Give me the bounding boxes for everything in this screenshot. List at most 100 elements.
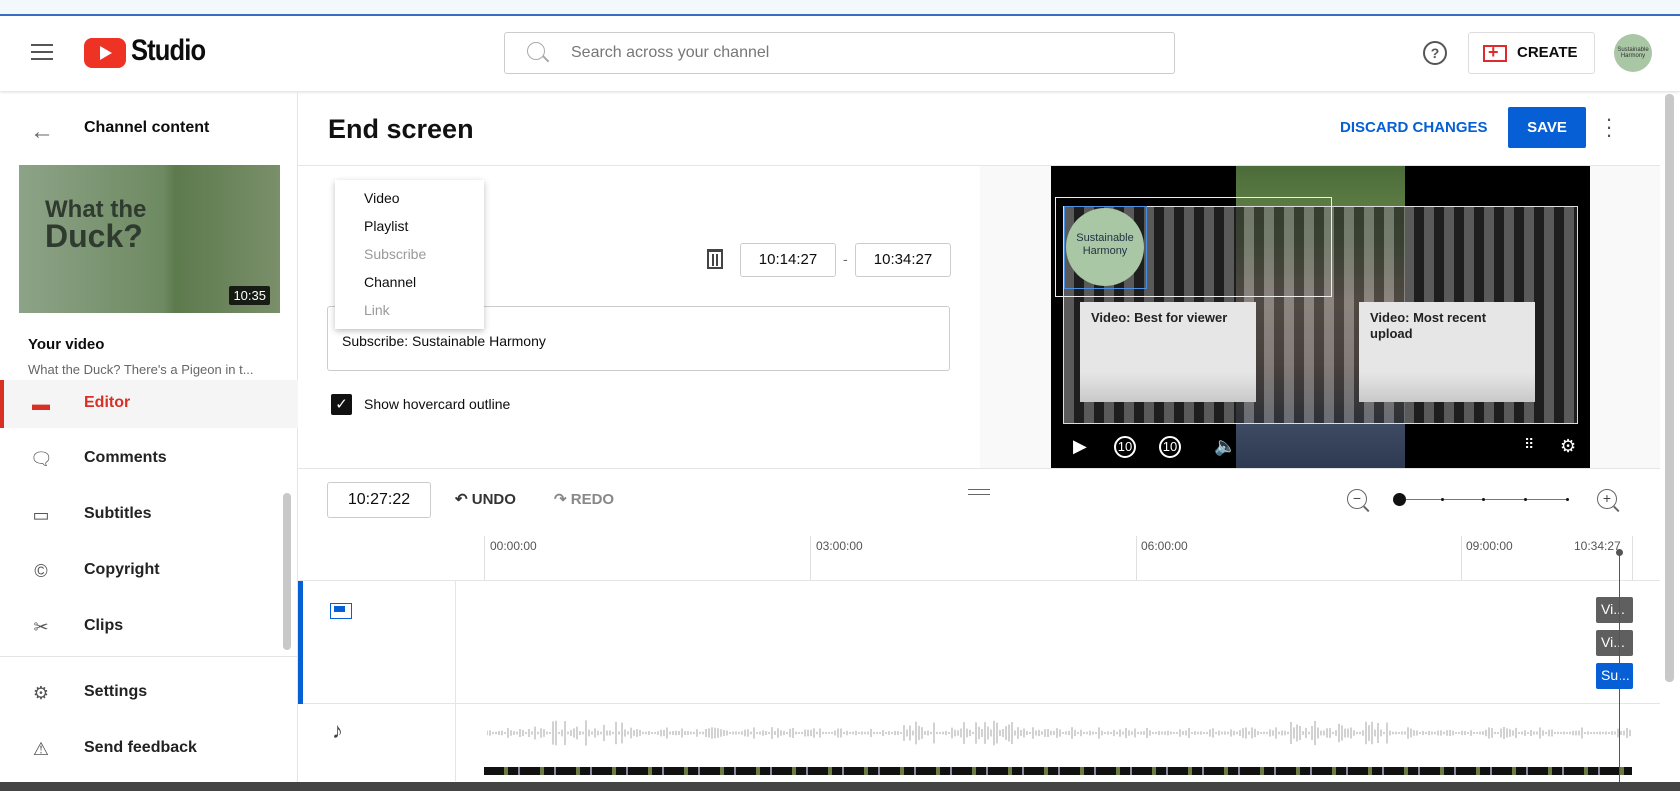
- zoom-slider-knob[interactable]: [1393, 493, 1406, 506]
- slider-step: [1441, 498, 1444, 501]
- menu-item-channel[interactable]: Channel: [335, 272, 484, 300]
- sidebar-item-label: Subtitles: [84, 505, 152, 522]
- save-button[interactable]: SAVE: [1508, 107, 1586, 148]
- slider-step: [1566, 498, 1569, 501]
- ruler-tick: [810, 536, 811, 581]
- ruler-label: 10:34:27: [1574, 539, 1621, 553]
- timeline-chip-video[interactable]: Vi...: [1596, 597, 1633, 623]
- menu-item-subscribe: Subscribe: [364, 246, 427, 262]
- ruler-tick: [1461, 536, 1462, 581]
- hovercard-outline-checkbox[interactable]: ✓: [331, 394, 352, 415]
- sidebar-item-label: Clips: [84, 617, 124, 634]
- slider-step: [1524, 498, 1527, 501]
- track-selected-indicator: [298, 581, 303, 704]
- ruler-label: 03:00:00: [816, 539, 863, 553]
- comment-icon: 🗨: [30, 449, 53, 469]
- video-preview-player[interactable]: Sustainable Harmony Video: Best for view…: [1051, 166, 1590, 468]
- app-name[interactable]: Studio: [131, 34, 206, 68]
- grid-icon[interactable]: ⠿: [1524, 436, 1534, 453]
- sidebar-item-label: Copyright: [84, 561, 160, 578]
- playhead-handle[interactable]: [1616, 549, 1623, 556]
- youtube-logo-icon[interactable]: [84, 38, 126, 68]
- ruler-tick: [1632, 536, 1633, 581]
- zoom-out-icon[interactable]: −: [1347, 489, 1367, 509]
- sidebar-item-label: Send feedback: [84, 739, 197, 756]
- sidebar-item-settings[interactable]: ⚙ Settings: [0, 669, 298, 717]
- menu-item-video[interactable]: Video: [335, 188, 484, 216]
- gear-icon: ⚙: [32, 683, 50, 703]
- main-scrollbar[interactable]: [1665, 94, 1674, 682]
- rewind-10-icon[interactable]: 10: [1114, 436, 1136, 458]
- more-options-icon[interactable]: · · ·: [1603, 108, 1615, 146]
- sidebar-item-comments[interactable]: 🗨 Comments: [0, 435, 298, 483]
- undo-icon: ↶: [455, 491, 472, 508]
- time-separator: -: [843, 251, 848, 267]
- copyright-icon: ©: [34, 561, 48, 581]
- sidebar-item-send-feedback[interactable]: ⚠ Send feedback: [0, 725, 298, 773]
- resize-handle[interactable]: [968, 489, 990, 495]
- sidebar-item-subtitles[interactable]: ▭ Subtitles: [0, 491, 298, 539]
- delete-icon[interactable]: [707, 249, 723, 269]
- back-arrow-icon[interactable]: ←: [30, 118, 54, 146]
- channel-logo-text: Sustainable Harmony: [1066, 208, 1144, 286]
- menu-item-link: Link: [364, 302, 390, 318]
- channel-logo-element[interactable]: Sustainable Harmony: [1064, 206, 1147, 289]
- video-filmstrip[interactable]: [484, 767, 1632, 775]
- page-title: End screen: [328, 114, 474, 144]
- element-type-menu: Video Playlist Subscribe Channel Link: [335, 180, 484, 329]
- your-video-heading: Your video: [28, 336, 105, 353]
- video-element-best-for-viewer[interactable]: Video: Best for viewer: [1080, 302, 1256, 402]
- sidebar-item-clips[interactable]: ✂ Clips: [0, 603, 298, 651]
- start-time-input[interactable]: 10:14:27: [740, 243, 836, 277]
- checkbox-label: Show hovercard outline: [364, 396, 511, 412]
- create-video-icon: [1483, 42, 1507, 63]
- discard-changes-button[interactable]: DISCARD CHANGES: [1340, 119, 1488, 136]
- volume-icon[interactable]: 🔈: [1214, 436, 1236, 457]
- video-thumbnail[interactable]: What the Duck? 10:35: [19, 165, 280, 313]
- ruler-label: 09:00:00: [1466, 539, 1513, 553]
- track-header-divider: [455, 581, 456, 781]
- sidebar-divider: [0, 656, 298, 657]
- end-time-input[interactable]: 10:34:27: [855, 243, 951, 277]
- window-bottom-edge: [0, 782, 1680, 791]
- feedback-icon: ⚠: [32, 739, 50, 759]
- slider-step: [1482, 498, 1485, 501]
- duration-badge: 10:35: [229, 286, 270, 305]
- forward-10-icon[interactable]: 10: [1159, 436, 1181, 458]
- timeline-chip-video[interactable]: Vi...: [1596, 630, 1633, 656]
- ruler-label: 00:00:00: [490, 539, 537, 553]
- undo-button[interactable]: ↶ UNDO: [455, 490, 516, 508]
- sidebar-item-label: Settings: [84, 683, 148, 700]
- menu-item-playlist[interactable]: Playlist: [335, 216, 484, 244]
- sidebar-item-editor[interactable]: ▬ Editor: [0, 380, 298, 428]
- zoom-in-icon[interactable]: +: [1597, 489, 1617, 509]
- ruler-tick: [1136, 536, 1137, 581]
- sidebar-item-label: Editor: [84, 394, 131, 411]
- timeline-chip-subscribe[interactable]: Su...: [1596, 663, 1633, 689]
- avatar[interactable]: Sustainable Harmony: [1614, 34, 1652, 72]
- end-screen-track[interactable]: [298, 581, 1660, 704]
- video-element-most-recent[interactable]: Video: Most recent upload: [1359, 302, 1535, 402]
- settings-gear-icon[interactable]: ⚙: [1560, 436, 1576, 457]
- ruler-tick: [484, 536, 485, 581]
- current-time-input[interactable]: 10:27:22: [327, 482, 431, 518]
- redo-icon: ↷: [554, 491, 571, 508]
- sidebar-scrollbar[interactable]: [283, 493, 291, 650]
- play-icon[interactable]: ▶: [1073, 436, 1087, 457]
- sidebar-item-copyright[interactable]: © Copyright: [0, 547, 298, 595]
- menu-icon[interactable]: [31, 44, 53, 60]
- ruler-label: 06:00:00: [1141, 539, 1188, 553]
- search-input[interactable]: Search across your channel: [504, 32, 1175, 74]
- music-note-icon: ♪: [332, 718, 343, 743]
- playhead[interactable]: [1619, 552, 1620, 782]
- create-button[interactable]: CREATE: [1468, 32, 1595, 74]
- search-icon: [527, 42, 545, 60]
- editor-icon: ▬: [32, 394, 50, 414]
- help-icon[interactable]: ?: [1423, 41, 1447, 65]
- thumbnail-title: What the Duck?: [45, 196, 147, 254]
- channel-content-link[interactable]: Channel content: [84, 119, 209, 137]
- redo-button[interactable]: ↷ REDO: [554, 490, 614, 508]
- video-title: What the Duck? There's a Pigeon in t...: [28, 362, 254, 377]
- browser-top-strip: [0, 0, 1680, 16]
- avatar-text: Sustainable Harmony: [1617, 47, 1649, 59]
